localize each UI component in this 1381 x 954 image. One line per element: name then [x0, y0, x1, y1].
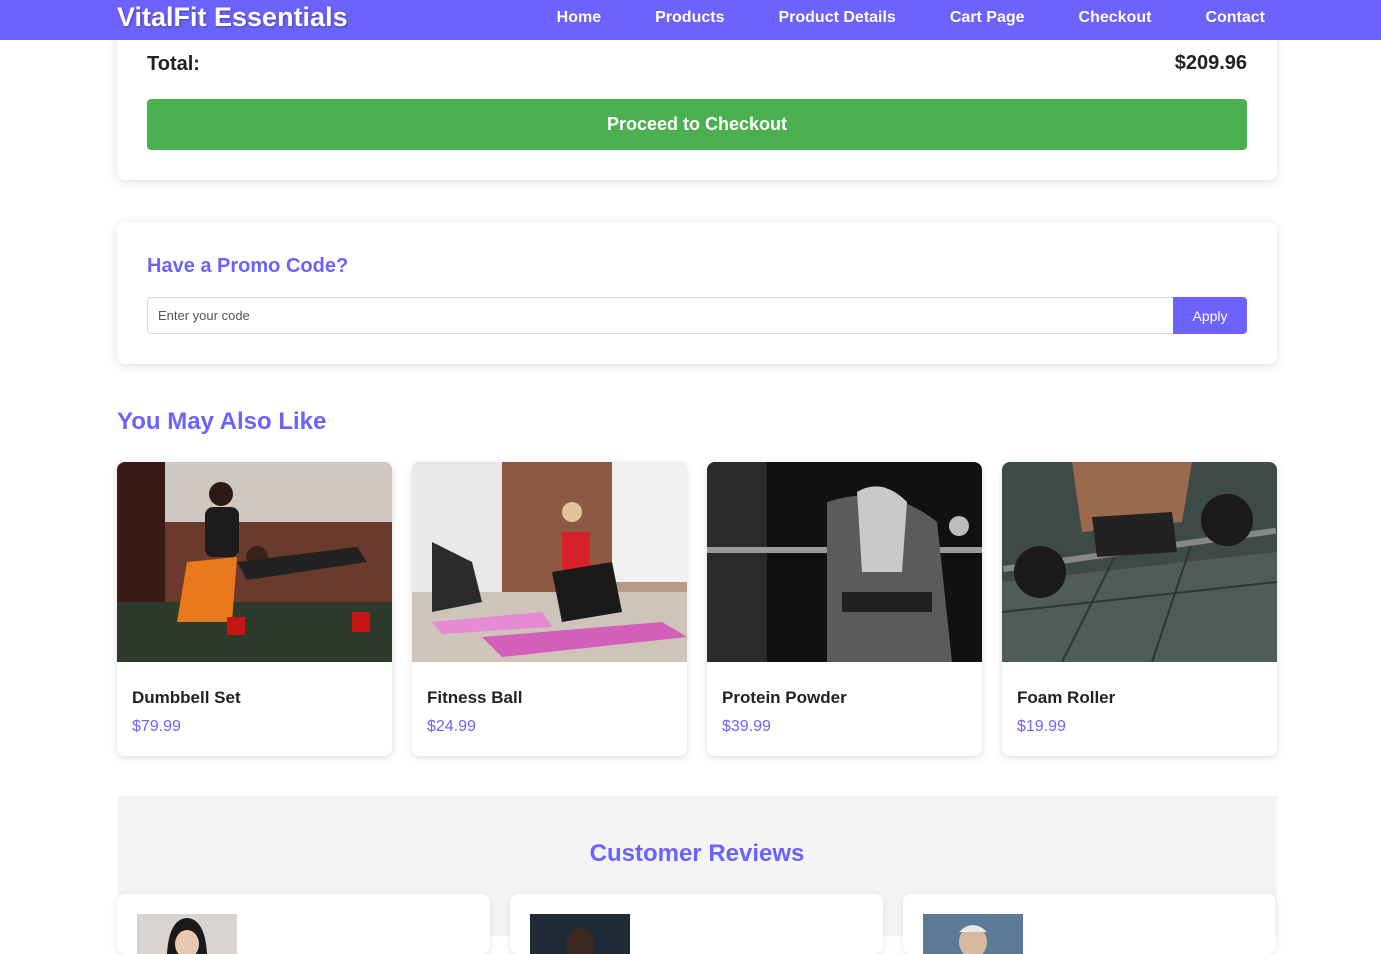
product-image-trainer-pushup [117, 462, 392, 662]
review-card [117, 894, 490, 954]
product-card-foam-roller[interactable]: Foam Roller $19.99 [1002, 462, 1277, 756]
promo-code-card: Have a Promo Code? Apply [117, 222, 1277, 364]
promo-code-title: Have a Promo Code? [147, 255, 349, 277]
reviewer-avatar [923, 914, 1023, 954]
product-name: Fitness Ball [427, 688, 523, 707]
customer-reviews-section: Customer Reviews [117, 796, 1277, 954]
product-name: Dumbbell Set [132, 688, 241, 707]
product-price: $79.99 [132, 718, 181, 735]
product-name: Protein Powder [722, 688, 847, 707]
product-image-yoga-class [412, 462, 687, 662]
product-price: $19.99 [1017, 718, 1066, 735]
review-card [903, 894, 1276, 954]
review-card [510, 894, 883, 954]
proceed-to-checkout-button[interactable]: Proceed to Checkout [147, 99, 1247, 150]
nav-links: Home Products Product Details Cart Page … [503, 0, 1265, 36]
product-card-dumbbell-set[interactable]: Dumbbell Set $79.99 [117, 462, 392, 756]
total-label: Total: [147, 53, 200, 75]
apply-promo-button[interactable]: Apply [1173, 297, 1247, 334]
promo-code-input[interactable] [147, 297, 1174, 334]
nav-link-contact[interactable]: Contact [1205, 9, 1265, 27]
product-card-protein-powder[interactable]: Protein Powder $39.99 [707, 462, 982, 756]
top-navigation-bar: VitalFit Essentials Home Products Produc… [0, 0, 1381, 40]
total-value: $209.96 [1174, 52, 1247, 74]
product-name: Foam Roller [1017, 688, 1116, 707]
customer-reviews-title: Customer Reviews [589, 840, 805, 867]
product-image-barbell-squat [707, 462, 982, 662]
product-image-deadlift [1002, 462, 1277, 662]
product-price: $39.99 [722, 718, 771, 735]
product-price: $24.99 [427, 718, 476, 735]
reviewer-avatar [137, 914, 237, 954]
nav-link-home[interactable]: Home [557, 9, 601, 27]
related-products-title: You May Also Like [117, 408, 327, 435]
product-card-fitness-ball[interactable]: Fitness Ball $24.99 [412, 462, 687, 756]
reviewer-avatar [530, 914, 630, 954]
nav-link-product-details[interactable]: Product Details [778, 9, 895, 27]
related-products-grid: Dumbbell Set $79.99 Fitness Ball $24.99 [117, 462, 1277, 756]
nav-link-checkout[interactable]: Checkout [1079, 9, 1152, 27]
nav-link-products[interactable]: Products [655, 9, 724, 27]
brand-logo-link[interactable]: VitalFit Essentials [117, 1, 348, 33]
nav-link-cart-page[interactable]: Cart Page [950, 9, 1025, 27]
